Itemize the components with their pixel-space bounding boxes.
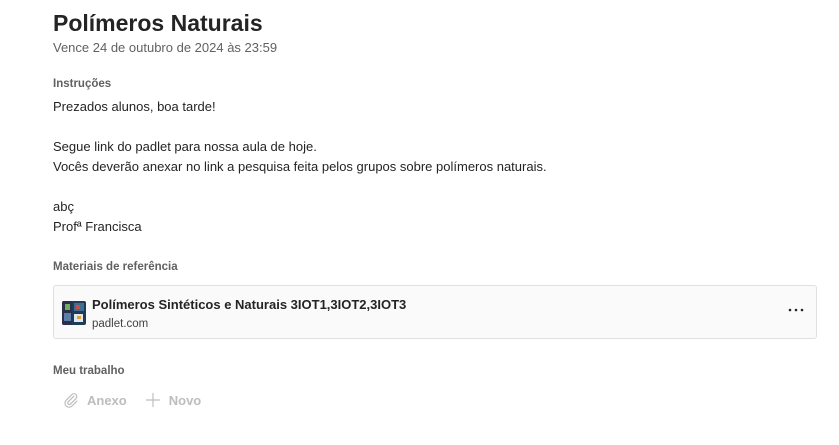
attach-label: Anexo [87, 392, 127, 408]
assignment-title: Polímeros Naturais [53, 10, 263, 36]
reference-link-card[interactable]: Polímeros Sintéticos e Naturais 3IOT1,3I… [53, 285, 817, 339]
my-work-actions: Anexo Novo [63, 390, 219, 410]
instructions-line: Segue link do padlet para nossa aula de … [53, 139, 317, 154]
padlet-thumbnail-icon [62, 301, 86, 325]
instructions-text: Prezados alunos, boa tarde! Segue link d… [53, 97, 813, 237]
new-button[interactable]: Novo [145, 392, 202, 408]
due-date: Vence 24 de outubro de 2024 às 23:59 [53, 40, 278, 55]
instructions-line: abç [53, 199, 74, 214]
attach-button[interactable]: Anexo [63, 392, 127, 408]
reference-materials-label: Materiais de referência [53, 261, 178, 273]
more-options-icon[interactable] [786, 300, 806, 320]
instructions-line: Profª Francisca [53, 219, 142, 234]
reference-domain: padlet.com [92, 318, 149, 330]
instructions-line [53, 117, 813, 137]
instructions-line: Prezados alunos, boa tarde! [53, 99, 216, 114]
new-label: Novo [168, 392, 202, 408]
my-work-label: Meu trabalho [53, 365, 125, 377]
reference-title[interactable]: Polímeros Sintéticos e Naturais 3IOT1,3I… [92, 297, 406, 312]
paperclip-icon [63, 392, 79, 408]
instructions-line [53, 177, 813, 197]
instructions-line: Vocês deverão anexar no link a pesquisa … [53, 159, 547, 174]
plus-icon [145, 392, 161, 408]
instructions-label: Instruções [53, 78, 112, 90]
assignment-details-page: Polímeros Naturais Vence 24 de outubro d… [0, 0, 839, 445]
